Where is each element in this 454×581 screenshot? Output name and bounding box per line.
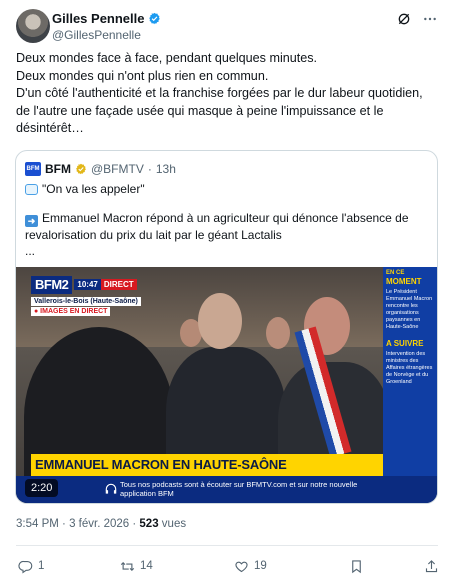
bookmark-button[interactable] [349, 558, 364, 574]
view-count: 523 [139, 518, 159, 530]
side-panel: EN CE MOMENT Le Président Emmanuel Macro… [383, 267, 437, 503]
live-badge: DIRECT [100, 279, 137, 290]
retweet-button[interactable]: 14 [120, 558, 153, 574]
broadcast-clock: 10:47 [74, 279, 101, 290]
tweet-date[interactable]: 3 févr. 2026 [69, 518, 129, 530]
video-frame[interactable]: BFM2 10:47 DIRECT Vallerois-le-Bois (Hau… [16, 267, 437, 503]
bfm-channel-tag: BFM2 10:47 DIRECT [31, 275, 137, 294]
reply-button[interactable]: 1 [18, 558, 44, 574]
views-label: vues [161, 518, 187, 530]
side-next-body: Intervention des ministres des Affaires … [386, 351, 433, 385]
quoted-quote: "On va les appeler" [42, 182, 145, 196]
video-player[interactable]: BFM2 10:47 DIRECT Vallerois-le-Bois (Hau… [16, 266, 437, 503]
tweet-header: Gilles Pennelle @GillesPennelle [16, 9, 438, 45]
speech-bubble-icon [25, 183, 38, 195]
quoted-header: BFM BFM @BFMTV · 13h [25, 161, 176, 177]
headline-banner: EMMANUEL MACRON EN HAUTE-SAÔNE [31, 454, 383, 476]
quoted-line-1: "On va les appeler" [25, 181, 430, 197]
quoted-line-2: ➜ Emmanuel Macron répond à un agriculteur… [25, 210, 430, 243]
side-kicker: EN CE [386, 270, 405, 276]
more-icon[interactable] [422, 11, 438, 27]
action-bar: 1 14 19 [16, 558, 438, 574]
video-duration: 2:20 [25, 479, 59, 497]
grok-icon[interactable] [396, 11, 412, 27]
reply-count: 1 [38, 560, 45, 572]
bookmark-icon [352, 559, 361, 573]
like-button[interactable]: 19 [234, 558, 267, 574]
right-arrow-icon: ➜ [25, 215, 38, 227]
quoted-description: Emmanuel Macron répond à un agriculteur … [25, 211, 409, 242]
tweet-time[interactable]: 3:54 PM [16, 518, 59, 530]
divider [16, 545, 438, 546]
author-handle[interactable]: @GillesPennelle [52, 28, 141, 42]
share-button[interactable] [424, 558, 439, 574]
avatar[interactable] [16, 9, 50, 43]
bfm-avatar[interactable]: BFM [25, 162, 41, 176]
quoted-author-name: BFM [45, 162, 71, 176]
author-name[interactable]: Gilles Pennelle [52, 11, 145, 26]
verified-badge-icon [76, 163, 86, 175]
tweet: Gilles Pennelle @GillesPennelle Deux mon… [0, 0, 454, 581]
news-ticker: Tous nos podcasts sont à écouter sur BFM… [16, 476, 437, 503]
retweet-count: 14 [140, 560, 153, 572]
side-title: MOMENT [386, 277, 422, 286]
retweet-icon [120, 561, 135, 571]
channel-logo: BFM2 [31, 275, 73, 294]
location-label: Vallerois-le-Bois (Haute-Saône) [31, 297, 141, 306]
like-icon [235, 561, 248, 572]
live-images-label: ● IMAGES EN DIRECT [31, 307, 111, 316]
like-count: 19 [254, 560, 267, 572]
quoted-timestamp: 13h [155, 162, 176, 176]
author-name-row: Gilles Pennelle [52, 10, 161, 26]
quoted-author-handle: @BFMTV [91, 162, 144, 176]
side-body: Le Président Emmanuel Macron rencontre l… [386, 289, 433, 330]
side-next-title: A SUIVRE [386, 339, 424, 348]
tweet-timestamp: 3:54 PM · 3 févr. 2026 · 523 vues [16, 518, 187, 530]
tweet-text: Deux mondes face à face, pendant quelque… [16, 51, 423, 135]
share-icon [425, 559, 438, 572]
ticker-text: Tous nos podcasts sont à écouter sur BFM… [120, 480, 358, 498]
verified-badge-icon [148, 12, 160, 24]
reply-icon [18, 560, 33, 574]
headphones-icon [105, 483, 117, 494]
quoted-text: "On va les appeler" ➜ Emmanuel Macron rép… [25, 181, 430, 259]
quoted-tweet[interactable]: BFM BFM @BFMTV · 13h "On va les appeler"… [15, 150, 438, 504]
quoted-ellipsis: ... [25, 244, 36, 258]
quoted-separator: · [147, 162, 152, 176]
